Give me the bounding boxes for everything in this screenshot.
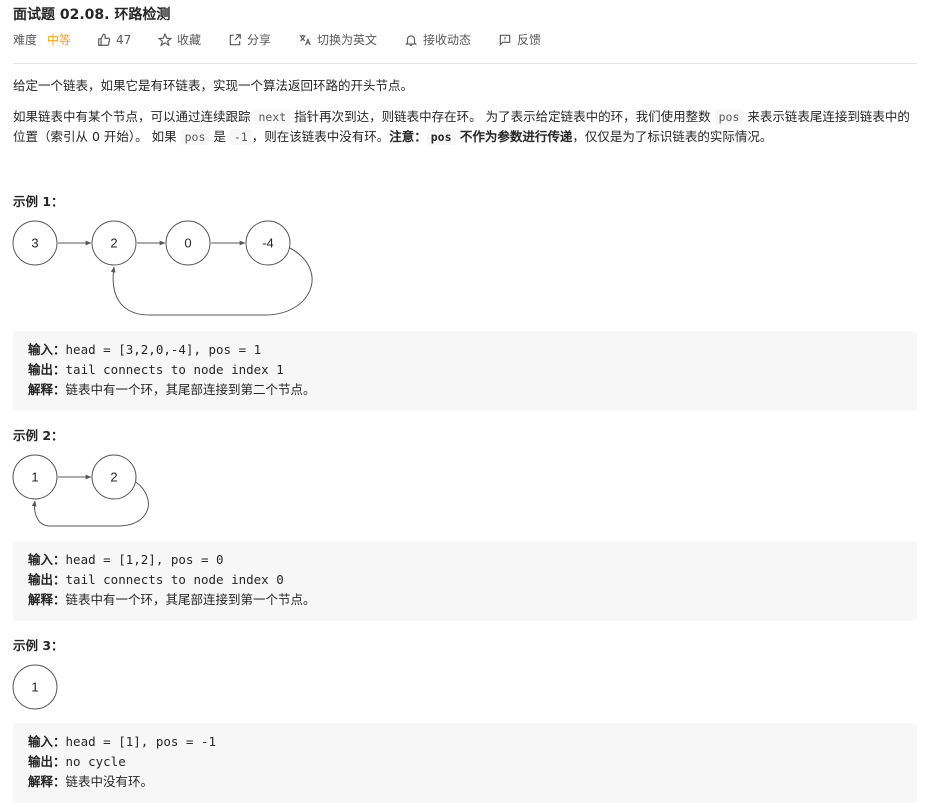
output-value: tail connects to node index 0 — [65, 572, 284, 587]
list-node: 0 — [165, 220, 211, 266]
desc-text: 指针再次到达，则链表中存在环。 为了表示给定链表中的环，我们使用整数 — [290, 109, 715, 124]
difficulty: 难度 中等 — [13, 32, 71, 48]
notify-label: 接收动态 — [423, 33, 472, 47]
description-paragraph-2: 如果链表中有某个节点，可以通过连续跟踪 next 指针再次到达，则链表中存在环。… — [13, 107, 918, 147]
like-count: 47 — [116, 33, 132, 47]
list-node: 1 — [12, 664, 58, 710]
explain-label: 解释： — [28, 592, 66, 607]
svg-text:2: 2 — [110, 236, 117, 251]
desc-text: ，则在该链表中没有环。 — [251, 129, 390, 144]
favorite-label: 收藏 — [177, 33, 202, 47]
note-text: 不作为参数进行传递 — [455, 129, 573, 144]
explain-label: 解释： — [28, 382, 66, 397]
code-pos: pos — [714, 109, 744, 125]
favorite-button[interactable]: 收藏 — [158, 32, 201, 48]
thumbs-up-icon — [98, 33, 111, 46]
translate-button[interactable]: 切换为英文 — [298, 32, 377, 48]
problem-title: 面试题 02.08. 环路检测 — [13, 7, 171, 23]
output-value: no cycle — [65, 754, 126, 769]
code-neg-one: -1 — [229, 129, 252, 145]
output-label: 输出： — [28, 754, 66, 769]
explain-label: 解释： — [28, 774, 66, 789]
svg-text:1: 1 — [31, 680, 38, 695]
header-divider — [13, 63, 917, 64]
svg-text:3: 3 — [31, 236, 38, 251]
explain-value: 链表中没有环。 — [65, 774, 154, 789]
input-label: 输入： — [28, 734, 66, 749]
svg-text:1: 1 — [31, 470, 38, 485]
desc-text: 如果链表中有某个节点，可以通过连续跟踪 — [13, 109, 255, 124]
example-3-label: 示例 3： — [13, 638, 64, 653]
translate-icon — [299, 34, 311, 46]
example-1-diagram: 3 2 0 -4 — [12, 220, 313, 316]
feedback-icon — [499, 34, 511, 47]
example-3-code-block: 输入：head = [1], pos = -1 输出：no cycle 解释：链… — [13, 723, 917, 803]
example-2-diagram: 1 2 — [12, 454, 149, 527]
input-value: head = [1], pos = -1 — [65, 734, 217, 749]
desc-text: 是 — [209, 129, 230, 144]
bell-icon — [404, 35, 418, 46]
translate-label: 切换为英文 — [317, 33, 378, 47]
description-paragraph-1: 给定一个链表，如果它是有环链表，实现一个算法返回环路的开头节点。 — [13, 78, 414, 93]
desc-text: ，仅仅是为了标识链表的实际情况。 — [572, 129, 773, 144]
list-node: 2 — [91, 454, 137, 500]
star-icon — [158, 33, 172, 47]
output-label: 输出： — [28, 362, 66, 377]
example-1-label: 示例 1： — [13, 194, 64, 209]
input-value: head = [1,2], pos = 0 — [65, 552, 224, 567]
explain-value: 链表中有一个环，其尾部连接到第二个节点。 — [65, 382, 316, 397]
output-label: 输出： — [28, 572, 66, 587]
notify-button[interactable]: 接收动态 — [404, 32, 471, 48]
list-node: 1 — [12, 454, 58, 500]
code-next: next — [254, 109, 291, 125]
share-icon — [229, 34, 241, 46]
like-button[interactable]: 47 — [97, 32, 131, 48]
example-1-code-block: 输入：head = [3,2,0,-4], pos = 1 输出：tail co… — [13, 331, 917, 411]
code-pos-bold: pos — [426, 129, 456, 145]
feedback-label: 反馈 — [517, 33, 542, 47]
list-node: -4 — [245, 220, 291, 266]
list-node: 2 — [91, 220, 137, 266]
explain-value: 链表中有一个环，其尾部连接到第一个节点。 — [65, 592, 316, 607]
input-label: 输入： — [28, 342, 66, 357]
list-node: 3 — [12, 220, 58, 266]
share-button[interactable]: 分享 — [228, 32, 271, 48]
share-label: 分享 — [247, 33, 272, 47]
example-3-diagram: 1 — [12, 664, 58, 710]
svg-text:0: 0 — [184, 236, 191, 251]
example-2-code-block: 输入：head = [1,2], pos = 0 输出：tail connect… — [13, 541, 917, 621]
input-value: head = [3,2,0,-4], pos = 1 — [65, 342, 262, 357]
difficulty-label: 难度 — [13, 33, 38, 47]
note-label: 注意： — [389, 129, 427, 144]
feedback-button[interactable]: 反馈 — [498, 32, 541, 48]
svg-text:2: 2 — [110, 470, 117, 485]
input-label: 输入： — [28, 552, 66, 567]
difficulty-badge: 中等 — [47, 33, 72, 47]
svg-text:-4: -4 — [262, 236, 274, 251]
output-value: tail connects to node index 1 — [65, 362, 284, 377]
code-pos: pos — [180, 129, 210, 145]
example-2-label: 示例 2： — [13, 428, 64, 443]
